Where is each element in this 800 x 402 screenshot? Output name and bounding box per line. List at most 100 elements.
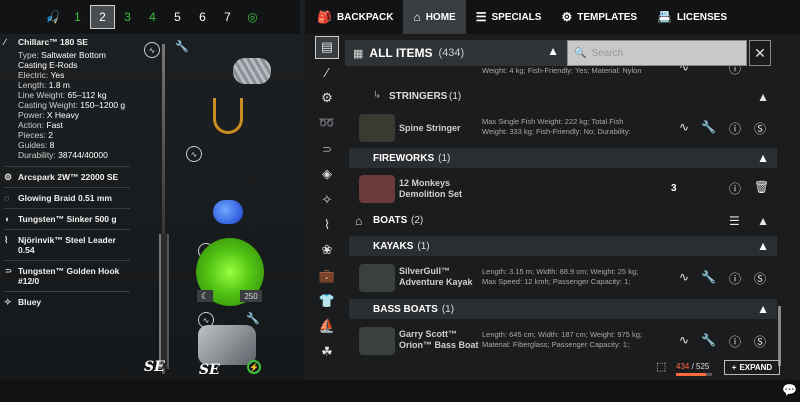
bait-row[interactable]: ✧ Bluey xyxy=(0,294,134,310)
glow-moon-icon[interactable]: ☾ xyxy=(197,290,213,302)
sidebar-all-items-icon[interactable]: ▤ xyxy=(315,36,339,59)
sinker-row[interactable]: ◖ Tungsten™ Sinker 500 g xyxy=(0,211,134,227)
repair-icon[interactable]: ∿ xyxy=(144,42,160,58)
tab-label: BACKPACK xyxy=(336,11,394,23)
slot-1[interactable]: 1 xyxy=(65,5,90,29)
category-label: BASS BOATS xyxy=(373,303,438,315)
repair-icon-2[interactable]: ∿ xyxy=(186,146,202,162)
prop-power: Power: X Heavy xyxy=(18,110,79,120)
gear-status-icon[interactable]: ◎ xyxy=(240,5,265,29)
info-icon[interactable]: ⓘ xyxy=(729,180,741,197)
backpack-icon: 🎒 xyxy=(317,10,332,24)
line-row[interactable]: ◌ Glowing Braid 0.51 mm xyxy=(0,190,134,206)
chevron-up-icon[interactable]: ▲ xyxy=(757,239,769,253)
info-icon[interactable]: ⓘ xyxy=(729,333,741,350)
angler-icon[interactable]: 🎣 xyxy=(40,5,65,29)
sidebar-baits-icon[interactable]: ✧ xyxy=(315,188,339,210)
category-label: STRINGERS xyxy=(389,91,448,102)
chevron-up-icon[interactable]: ▲ xyxy=(547,44,559,58)
divider xyxy=(4,208,130,209)
category-fireworks[interactable]: FIREWORKS (1) ▲ xyxy=(349,148,777,168)
repair-icon[interactable]: ∿ xyxy=(679,120,689,134)
chevron-up-icon[interactable]: ▲ xyxy=(757,214,769,228)
list-scrollbar[interactable] xyxy=(778,306,781,366)
prop-length: Length: 1.8 m xyxy=(18,80,71,90)
info-icon[interactable]: ⓘ xyxy=(729,120,741,137)
slot-3[interactable]: 3 xyxy=(115,5,140,29)
slot-4[interactable]: 4 xyxy=(140,5,165,29)
rod-name-row[interactable]: ∕ Chillarc™ 180 SE xyxy=(0,34,134,50)
sell-icon[interactable]: Ⓢ xyxy=(754,120,766,137)
expand-button[interactable]: + EXPAND xyxy=(724,360,780,375)
sidebar-bags-icon[interactable]: 💼 xyxy=(315,265,339,287)
rod-info-panel: ∕ Chillarc™ 180 SE Type: Saltwater Botto… xyxy=(0,34,134,307)
slot-7[interactable]: 7 xyxy=(215,5,240,29)
sidebar-leaders-icon[interactable]: ⌇ xyxy=(315,214,339,236)
wrench-icon[interactable]: 🔧 xyxy=(701,270,716,284)
sidebar-boats-icon[interactable]: ⛵ xyxy=(315,315,339,337)
tab-specials[interactable]: ☰ SPECIALS xyxy=(466,0,552,34)
bait-image xyxy=(213,200,243,224)
tab-templates[interactable]: ⚙ TEMPLATES xyxy=(551,0,647,34)
item-quantity: 3 xyxy=(671,183,677,194)
search-placeholder: Search xyxy=(591,47,624,59)
subcategory-arrow-icon: ↳ xyxy=(373,90,382,101)
sidebar-clothes-icon[interactable]: 👕 xyxy=(315,290,339,312)
search-input[interactable]: 🔍 Search xyxy=(567,40,747,66)
sell-icon[interactable]: Ⓢ xyxy=(754,333,766,350)
capacity-bar-fill xyxy=(676,373,706,376)
sidebar-lines-icon[interactable]: ➿ xyxy=(315,112,339,134)
tab-licenses[interactable]: 📇 LICENSES xyxy=(647,0,737,34)
repair-icon[interactable]: ∿ xyxy=(679,333,689,347)
electric-icon[interactable]: ⚡ xyxy=(247,360,261,374)
item-desc: Length: 645 cm; Width: 187 cm; Weight: 9… xyxy=(482,330,642,349)
trash-icon[interactable]: 🗑 xyxy=(754,180,769,194)
category-count: (1) xyxy=(438,152,451,164)
slot-5[interactable]: 5 xyxy=(165,5,190,29)
list-item[interactable]: Spine Stringer Max Single Fish Weight: 2… xyxy=(349,110,777,146)
sidebar-rods-icon[interactable]: ∕ xyxy=(315,62,339,84)
wrench-icon-2[interactable]: 🔧 xyxy=(246,312,260,325)
slot-2[interactable]: 2 xyxy=(90,5,115,29)
hook-name: Tungsten™ Golden Hook #12/0 xyxy=(18,266,120,286)
category-kayaks[interactable]: KAYAKS (1) ▲ xyxy=(349,236,777,256)
sidebar-hooks-icon[interactable]: ⸧ xyxy=(315,138,339,160)
sidebar-misc-icon[interactable]: ☘ xyxy=(315,341,339,363)
rod-handle-image xyxy=(159,234,169,369)
category-stringers[interactable]: ↳ STRINGERS (1) ▲ xyxy=(349,86,777,106)
item-desc: Length: 3.15 m; Width: 88.9 cm; Weight: … xyxy=(482,267,639,286)
reel-logo: SE xyxy=(199,362,220,378)
category-boats[interactable]: ⌂ BOATS (2) ☰ ▲ xyxy=(349,210,777,232)
chevron-up-icon[interactable]: ▲ xyxy=(757,302,769,316)
chevron-up-icon[interactable]: ▲ xyxy=(757,151,769,165)
repair-icon[interactable]: ∿ xyxy=(679,66,689,74)
reel-row[interactable]: ⚙ Arcspark 2W™ 22000 SE xyxy=(0,169,134,185)
tab-backpack[interactable]: 🎒 BACKPACK xyxy=(305,0,403,34)
chevron-up-icon[interactable]: ▲ xyxy=(757,90,769,104)
leader-row[interactable]: ⌇ Njörinvik™ Steel Leader 0.54 xyxy=(0,232,134,258)
list-item[interactable]: SilverGull™ Adventure Kayak Length: 3.15… xyxy=(349,260,777,296)
info-icon[interactable]: ⓘ xyxy=(729,66,741,77)
slot-6[interactable]: 6 xyxy=(190,5,215,29)
sidebar-reels-icon[interactable]: ⚙ xyxy=(315,87,339,109)
category-bass-boats[interactable]: BASS BOATS (1) ▲ xyxy=(349,299,777,319)
chat-icon[interactable]: 💬 xyxy=(782,383,797,397)
tab-home[interactable]: ⌂ HOME xyxy=(403,0,466,34)
list-item[interactable]: 12 Monkeys Demolition Set 3 ⓘ 🗑 xyxy=(349,172,777,206)
hook-row[interactable]: ⸧ Tungsten™ Golden Hook #12/0 xyxy=(0,263,134,289)
list-item[interactable]: Garry Scott™ Orion™ Bass Boat Length: 64… xyxy=(349,323,777,359)
sidebar-tackle-icon[interactable]: ◈ xyxy=(315,163,339,185)
wrench-icon[interactable]: 🔧 xyxy=(701,120,716,134)
wrench-icon[interactable]: 🔧 xyxy=(701,333,716,347)
repair-icon[interactable]: ∿ xyxy=(679,270,689,284)
wrench-icon[interactable]: 🔧 xyxy=(175,40,189,53)
close-icon[interactable]: ✕ xyxy=(749,40,771,66)
sidebar-lures-icon[interactable]: ❀ xyxy=(315,239,339,261)
line-name: Glowing Braid 0.51 mm xyxy=(18,193,112,203)
info-icon[interactable]: ⓘ xyxy=(729,270,741,287)
bass-boat-thumbnail xyxy=(359,327,395,355)
filter-sliders-icon[interactable]: ☰ xyxy=(729,214,740,228)
list-header[interactable]: ▦ ALL ITEMS (434) ▲ xyxy=(345,40,567,66)
sell-icon[interactable]: Ⓢ xyxy=(754,270,766,287)
capacity-box-icon: ⬚ xyxy=(656,361,667,373)
